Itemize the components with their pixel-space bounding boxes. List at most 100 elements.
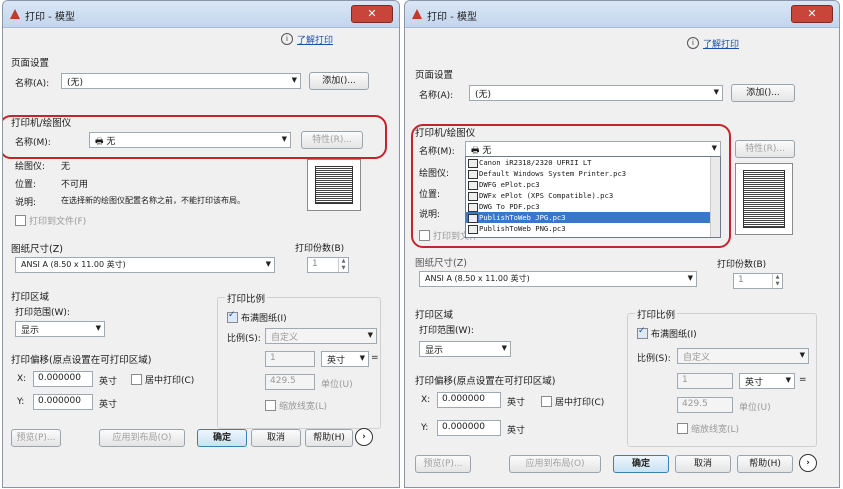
- scale-unit-select[interactable]: 英寸 ▼: [739, 373, 795, 389]
- help-button[interactable]: 帮助(H): [305, 429, 353, 447]
- scale-units-input[interactable]: 429.5: [265, 374, 315, 390]
- highlight-box: [3, 115, 387, 159]
- description-value: 在选择新的绘图仪配置名称之前，不能打印该布局。: [61, 196, 245, 205]
- print-range-select[interactable]: 显示 ▼: [419, 341, 511, 357]
- plotter-value: 无: [61, 162, 71, 172]
- scale-inches-input[interactable]: 1: [265, 351, 315, 367]
- paper-size-select[interactable]: ANSI A (8.50 x 11.00 英寸) ▼: [15, 257, 275, 273]
- print-to-file-label: 打印到文件(F): [29, 217, 87, 227]
- center-plot-label: 居中打印(C): [145, 376, 195, 386]
- center-plot-checkbox[interactable]: [541, 396, 552, 407]
- learn-printing-link[interactable]: 了解打印: [703, 37, 739, 50]
- page-setup-name-select[interactable]: (无) ▼: [61, 73, 301, 89]
- scale-unit-select[interactable]: 英寸 ▼: [321, 351, 369, 367]
- printer-properties-button[interactable]: 特性(R)...: [735, 140, 795, 158]
- chevron-down-icon: ▼: [687, 274, 693, 282]
- scale-units-input[interactable]: 429.5: [677, 397, 733, 413]
- close-button[interactable]: ✕: [351, 5, 393, 23]
- print-range-label: 打印范围(W):: [419, 326, 474, 336]
- chevron-down-icon: ▼: [367, 331, 373, 339]
- scale-lineweights-checkbox[interactable]: [265, 400, 276, 411]
- apply-to-layout-button[interactable]: 应用到布局(O): [509, 455, 601, 473]
- offset-heading: 打印偏移(原点设置在可打印区域): [415, 376, 556, 387]
- cancel-button[interactable]: 取消: [251, 429, 301, 447]
- equals-sign: =: [799, 375, 807, 385]
- add-page-setup-button[interactable]: 添加()...: [731, 84, 795, 102]
- scale-lineweights-checkbox[interactable]: [677, 423, 688, 434]
- fit-to-paper-checkbox[interactable]: [227, 310, 238, 323]
- offset-heading: 打印偏移(原点设置在可打印区域): [11, 355, 152, 366]
- copies-spinner[interactable]: 1 ▲ ▼: [307, 257, 349, 273]
- offset-y-unit: 英寸: [507, 426, 526, 436]
- title-bar: 打印 - 模型 ✕: [3, 1, 399, 28]
- offset-y-label: Y:: [17, 397, 25, 407]
- autocad-app-icon: [412, 9, 422, 19]
- paper-preview: [307, 159, 361, 211]
- help-button[interactable]: 帮助(H): [737, 455, 793, 473]
- close-button[interactable]: ✕: [791, 5, 833, 23]
- page-setup-name-select[interactable]: (无) ▼: [469, 85, 723, 101]
- offset-x-label: X:: [421, 395, 431, 405]
- chevron-down-icon: ▼: [799, 351, 805, 359]
- scale-units-label: 单位(U): [321, 380, 353, 390]
- offset-y-input[interactable]: 0.000000: [33, 394, 93, 410]
- print-range-select[interactable]: 显示 ▼: [15, 321, 105, 337]
- scale-lineweights-label: 缩放线宽(L): [279, 402, 328, 412]
- plot-scale-heading: 打印比例: [635, 307, 678, 321]
- plotter-label: 绘图仪:: [15, 162, 46, 172]
- fit-to-paper-label: 布满图纸(I): [651, 330, 697, 340]
- add-page-setup-button[interactable]: 添加()...: [309, 72, 369, 90]
- page-setup-name-label: 名称(A):: [15, 79, 50, 89]
- cancel-button[interactable]: 取消: [675, 455, 731, 473]
- scale-inches-input[interactable]: 1: [677, 373, 733, 389]
- window-title: 打印 - 模型: [427, 12, 477, 23]
- ok-button[interactable]: 确定: [613, 455, 669, 473]
- print-dialog-left: 打印 - 模型 ✕ i 了解打印 页面设置 名称(A): (无) ▼ 添加()..…: [2, 0, 400, 488]
- spin-arrows-icon: ▲ ▼: [772, 274, 782, 288]
- fit-to-paper-checkbox[interactable]: [637, 326, 648, 339]
- copies-label: 打印份数(B): [295, 244, 345, 254]
- copies-spinner[interactable]: 1 ▲ ▼: [733, 273, 783, 289]
- chevron-down-icon: ▼: [501, 344, 507, 352]
- print-range-label: 打印范围(W):: [15, 308, 70, 318]
- print-area-heading: 打印区域: [11, 292, 50, 303]
- scale-select[interactable]: 自定义 ▼: [265, 328, 377, 344]
- preview-button[interactable]: 预览(P)...: [415, 455, 471, 473]
- page-setup-heading: 页面设置: [11, 58, 50, 69]
- chevron-down-icon: ▼: [359, 354, 365, 362]
- scale-label: 比例(S):: [637, 354, 671, 364]
- ok-button[interactable]: 确定: [197, 429, 247, 447]
- info-icon: i: [687, 37, 699, 49]
- autocad-app-icon: [10, 9, 20, 19]
- paper-preview: [735, 163, 793, 235]
- scale-select[interactable]: 自定义 ▼: [677, 348, 809, 364]
- apply-to-layout-button[interactable]: 应用到布局(O): [99, 429, 185, 447]
- more-options-button[interactable]: ›: [799, 454, 817, 472]
- chevron-down-icon: ▼: [785, 376, 791, 384]
- window-title: 打印 - 模型: [25, 12, 75, 23]
- scale-label: 比例(S):: [227, 334, 261, 344]
- offset-x-unit: 英寸: [507, 398, 526, 408]
- offset-y-input[interactable]: 0.000000: [437, 420, 501, 436]
- page-setup-heading: 页面设置: [415, 70, 454, 81]
- print-dialog-right: 打印 - 模型 ✕ i 了解打印 页面设置 名称(A): (无) ▼ 添加()..…: [404, 0, 840, 488]
- chevron-down-icon: ▼: [95, 324, 101, 332]
- paper-size-select[interactable]: ANSI A (8.50 x 11.00 英寸) ▼: [419, 271, 697, 287]
- offset-x-input[interactable]: 0.000000: [437, 392, 501, 408]
- paper-size-heading: 图纸尺寸(Z): [11, 244, 63, 255]
- info-icon: i: [281, 33, 293, 45]
- offset-x-label: X:: [17, 374, 27, 384]
- preview-button[interactable]: 预览(P)...: [11, 429, 61, 447]
- more-options-button[interactable]: ›: [355, 428, 373, 446]
- print-to-file-checkbox[interactable]: [15, 215, 26, 226]
- page-setup-name-label: 名称(A):: [419, 91, 454, 101]
- learn-printing-link[interactable]: 了解打印: [297, 33, 333, 46]
- chevron-down-icon: ▼: [713, 88, 719, 96]
- center-plot-checkbox[interactable]: [131, 374, 142, 385]
- scale-units-label: 单位(U): [739, 403, 771, 413]
- center-plot-label: 居中打印(C): [555, 398, 605, 408]
- location-label: 位置:: [15, 180, 37, 190]
- offset-x-input[interactable]: 0.000000: [33, 371, 93, 387]
- chevron-down-icon: ▼: [265, 260, 271, 268]
- plot-scale-heading: 打印比例: [225, 291, 268, 305]
